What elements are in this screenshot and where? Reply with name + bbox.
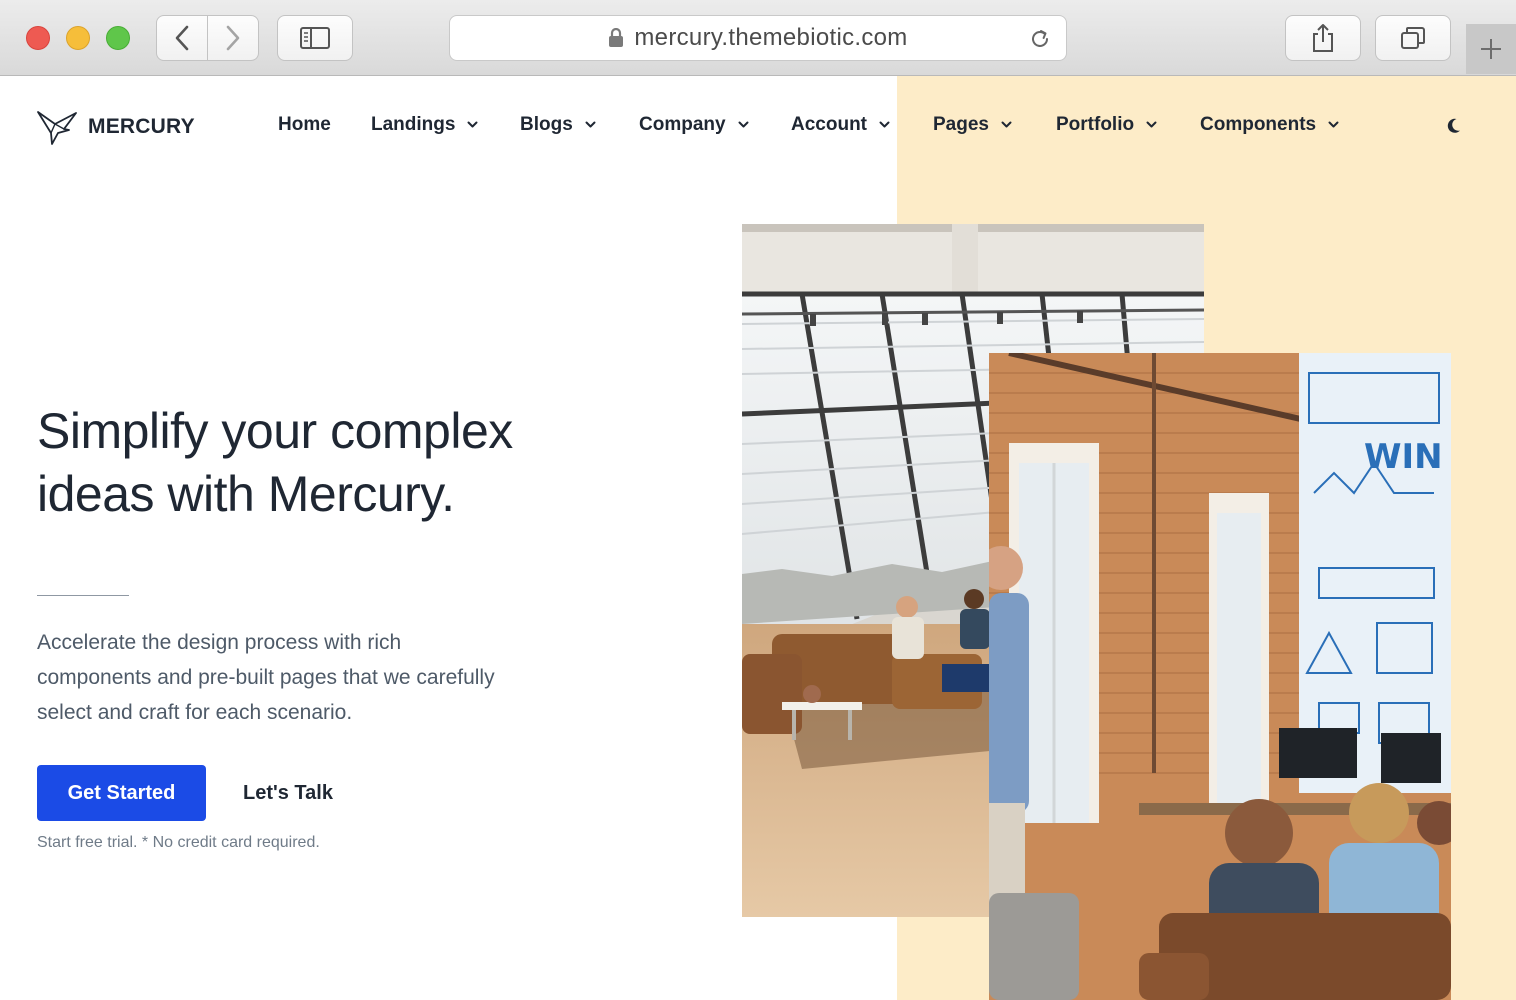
sidebar-icon (300, 27, 330, 49)
brand-name: MERCURY (88, 115, 195, 138)
forward-button[interactable] (207, 15, 259, 61)
hero-headline-line-2: ideas with Mercury. (37, 466, 455, 522)
hero-headline-line-1: Simplify your complex (37, 403, 513, 459)
lets-talk-link[interactable]: Let's Talk (243, 782, 333, 805)
back-button[interactable] (156, 15, 208, 61)
chevron-down-icon (1001, 121, 1012, 128)
team-meeting-photo: WIN (989, 353, 1451, 1000)
sidebar-toggle-button[interactable] (277, 15, 353, 61)
nav-pages[interactable]: Pages (933, 114, 1012, 136)
nav-home[interactable]: Home (278, 114, 331, 136)
get-started-button[interactable]: Get Started (37, 765, 206, 821)
hero-lead-line-1: Accelerate the design process with rich (37, 631, 402, 654)
moon-icon[interactable] (1444, 117, 1462, 135)
reload-icon[interactable] (1028, 27, 1052, 51)
hero-lead: Accelerate the design process with rich … (37, 625, 557, 730)
chevron-down-icon (585, 121, 596, 128)
nav-pages-label: Pages (933, 114, 989, 135)
trial-note: Start free trial. * No credit card requi… (37, 834, 320, 851)
nav-portfolio[interactable]: Portfolio (1056, 114, 1157, 136)
zoom-window-button[interactable] (106, 26, 130, 50)
nav-account[interactable]: Account (791, 114, 890, 136)
share-icon (1313, 24, 1333, 52)
url-text: mercury.themebiotic.com (634, 24, 908, 51)
nav-home-label: Home (278, 114, 331, 135)
chevron-down-icon (1146, 121, 1157, 128)
nav-landings[interactable]: Landings (371, 114, 478, 136)
chevron-down-icon (879, 121, 890, 128)
bird-logo-icon (37, 111, 77, 145)
address-bar[interactable]: mercury.themebiotic.com (449, 15, 1067, 61)
hero-lead-line-2: components and pre-built pages that we c… (37, 666, 495, 689)
minimize-window-button[interactable] (66, 26, 90, 50)
nav-portfolio-label: Portfolio (1056, 114, 1135, 135)
chevron-down-icon (467, 121, 478, 128)
brand-logo-link[interactable]: MERCURY (36, 109, 195, 145)
nav-blogs[interactable]: Blogs (520, 114, 596, 136)
chevron-left-icon (175, 25, 189, 51)
lock-icon (609, 28, 624, 47)
nav-blogs-label: Blogs (520, 114, 573, 135)
chevron-down-icon (1328, 121, 1339, 128)
tabs-icon (1401, 27, 1425, 49)
nav-components-label: Components (1200, 114, 1317, 135)
site-navbar: MERCURY Home Landings Blogs Company Acco… (0, 76, 1516, 176)
web-page: MERCURY Home Landings Blogs Company Acco… (0, 76, 1516, 1000)
nav-landings-label: Landings (371, 114, 456, 135)
hero-lead-line-3: select and craft for each scenario. (37, 701, 353, 724)
chevron-down-icon (738, 121, 749, 128)
nav-account-label: Account (791, 114, 867, 135)
share-button[interactable] (1285, 15, 1361, 61)
chevron-right-icon (226, 25, 240, 51)
plus-icon (1481, 39, 1501, 59)
nav-company-label: Company (639, 114, 726, 135)
nav-components[interactable]: Components (1200, 114, 1339, 136)
close-window-button[interactable] (26, 26, 50, 50)
hero-headline: Simplify your complex ideas with Mercury… (37, 400, 637, 526)
new-tab-button[interactable] (1466, 24, 1516, 74)
hero-divider (37, 595, 129, 596)
browser-toolbar: mercury.themebiotic.com (0, 0, 1516, 76)
mural-win-text: WIN (1364, 437, 1443, 477)
nav-company[interactable]: Company (639, 114, 749, 136)
show-tabs-button[interactable] (1375, 15, 1451, 61)
